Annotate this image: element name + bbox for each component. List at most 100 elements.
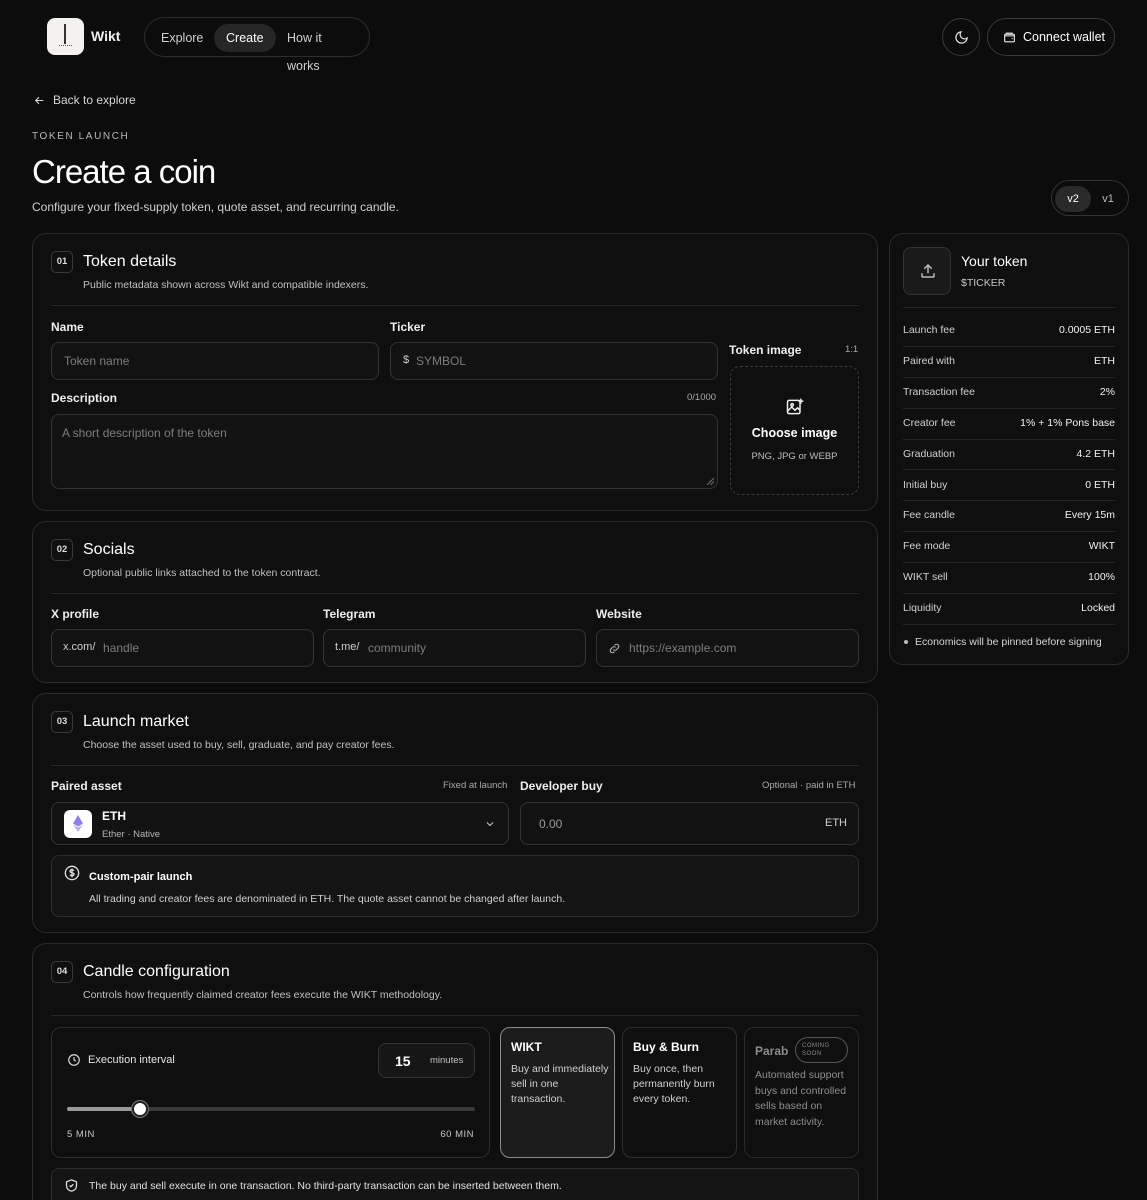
dot-icon (904, 640, 908, 644)
asset-symbol: ETH (102, 809, 126, 823)
page-subtitle: Configure your fixed-supply token, quote… (32, 200, 399, 214)
slider-max-label: 60 MIN (440, 1129, 474, 1140)
nav-create[interactable]: Create (214, 24, 276, 52)
notice-text: All trading and creator fees are denomin… (89, 893, 566, 905)
developer-buy-input[interactable]: 0.00 ETH (520, 802, 859, 845)
token-image-ratio: 1:1 (845, 344, 859, 355)
ticker-label: Ticker (390, 320, 426, 334)
section-title: Socials (83, 541, 135, 558)
interval-slider-thumb[interactable] (132, 1101, 148, 1117)
custom-pair-notice: Custom-pair launch All trading and creat… (51, 855, 859, 917)
website-input[interactable]: https://example.com (596, 629, 859, 667)
ticker-input[interactable]: $ SYMBOL (390, 342, 718, 380)
logo[interactable] (47, 18, 84, 55)
summary-row: Transaction fee 2% (903, 386, 1115, 398)
chevron-down-icon (484, 818, 496, 830)
section-number: 03 (51, 711, 73, 733)
summary-row: Launch fee 0.0005 ETH (903, 324, 1115, 336)
section-number: 04 (51, 961, 73, 983)
section-desc: Optional public links attached to the to… (83, 567, 321, 579)
section-number: 01 (51, 251, 73, 273)
section-title: Candle configuration (83, 963, 230, 980)
nav-how-it-works[interactable]: How it works (275, 24, 369, 73)
eyebrow: TOKEN LAUNCH (32, 131, 130, 142)
description-label: Description (51, 391, 118, 405)
launch-market-card: 03 Launch market Choose the asset used t… (32, 693, 878, 933)
telegram-input[interactable]: t.me/ community (323, 629, 586, 667)
section-desc: Choose the asset used to buy, sell, grad… (83, 739, 395, 751)
section-desc: Controls how frequently claimed creator … (83, 989, 443, 1001)
slider-min-label: 5 MIN (67, 1129, 95, 1140)
version-v2[interactable]: v2 (1055, 186, 1091, 212)
brand-name: Wikt (91, 28, 121, 44)
image-plus-icon (785, 397, 805, 417)
mode-option-parab: Parab COMING SOON Automated support buys… (744, 1027, 859, 1158)
section-title: Token details (83, 253, 177, 270)
theme-toggle-button[interactable] (942, 18, 980, 56)
resize-handle-icon[interactable] (707, 478, 714, 485)
mode-desc: Buy once, then permanently burn every to… (633, 1063, 715, 1105)
connect-wallet-label: Connect wallet (1023, 30, 1105, 44)
clock-icon (67, 1053, 81, 1067)
summary-row: WIKT sell 100% (903, 571, 1115, 583)
shield-check-icon (64, 1178, 79, 1193)
token-details-card: 01 Token details Public metadata shown a… (32, 233, 878, 511)
image-dropzone[interactable]: Choose image PNG, JPG or WEBP (730, 366, 859, 495)
summary-note: Economics will be pinned before signing (915, 636, 1102, 648)
summary-row: Fee mode WIKT (903, 540, 1115, 552)
main-nav: Explore Create How it works (144, 17, 370, 73)
wallet-icon (1003, 31, 1016, 44)
description-textarea[interactable]: A short description of the token (51, 414, 718, 489)
logo-mark (64, 24, 66, 44)
paired-asset-label: Paired asset (51, 779, 122, 793)
mode-option-buy-burn[interactable]: Buy & Burn Buy once, then permanently bu… (622, 1027, 737, 1158)
version-v1[interactable]: v1 (1090, 186, 1126, 212)
summary-row: Graduation 4.2 ETH (903, 448, 1115, 460)
interval-slider-track[interactable] (67, 1101, 475, 1117)
x-profile-input[interactable]: x.com/ handle (51, 629, 314, 667)
mode-title: Parab (755, 1044, 789, 1058)
website-label: Website (596, 607, 642, 621)
back-label: Back to explore (53, 93, 136, 107)
summary-row: Creator fee 1% + 1% Pons base (903, 417, 1115, 429)
paired-asset-select[interactable]: ETH Ether · Native (51, 802, 509, 845)
interval-input[interactable]: 15 minutes (378, 1043, 475, 1078)
coming-soon-badge: COMING SOON (795, 1037, 848, 1063)
summary-title: Your token (961, 253, 1028, 269)
token-avatar (903, 247, 951, 295)
section-title: Launch market (83, 713, 189, 730)
nav-explore[interactable]: Explore (149, 24, 215, 52)
mode-option-wikt[interactable]: WIKT Buy and immediately sell in one tra… (500, 1027, 615, 1158)
back-link[interactable]: Back to explore (33, 93, 136, 107)
name-label: Name (51, 320, 84, 334)
version-toggle: v2 v1 (1051, 180, 1129, 216)
summary-row: Paired with ETH (903, 355, 1115, 367)
notice-text: The buy and sell execute in one transact… (89, 1180, 562, 1192)
developer-buy-hint: Optional · paid in ETH (762, 780, 856, 791)
summary-row: Initial buy 0 ETH (903, 479, 1115, 491)
summary-row: Fee candle Every 15m (903, 509, 1115, 521)
interval-panel: Execution interval 15 minutes 5 MIN 60 M… (51, 1027, 490, 1158)
candle-config-card: 04 Candle configuration Controls how fre… (32, 943, 878, 1200)
upload-icon (919, 262, 937, 280)
name-input[interactable]: Token name (51, 342, 379, 380)
section-desc: Public metadata shown across Wikt and co… (83, 279, 369, 291)
interval-label: Execution interval (88, 1054, 175, 1066)
summary-ticker: $TICKER (961, 277, 1006, 289)
paired-asset-hint: Fixed at launch (443, 780, 508, 791)
notice-title: Custom-pair launch (89, 871, 193, 883)
interval-value: 15 (395, 1053, 411, 1069)
mode-desc: Automated support buys and controlled se… (755, 1069, 847, 1128)
link-icon (608, 642, 621, 655)
atomic-notice: The buy and sell execute in one transact… (51, 1168, 859, 1200)
mode-title: Buy & Burn (633, 1040, 699, 1054)
arrow-left-icon (33, 94, 46, 107)
token-image-label: Token image (729, 343, 802, 357)
socials-card: 02 Socials Optional public links attache… (32, 521, 878, 683)
asset-sub: Ether · Native (102, 829, 161, 840)
connect-wallet-button[interactable]: Connect wallet (987, 18, 1115, 56)
choose-image-label: Choose image (751, 426, 838, 440)
eth-icon (64, 810, 92, 838)
description-count: 0/1000 (687, 392, 717, 403)
interval-slider-fill (67, 1107, 140, 1111)
